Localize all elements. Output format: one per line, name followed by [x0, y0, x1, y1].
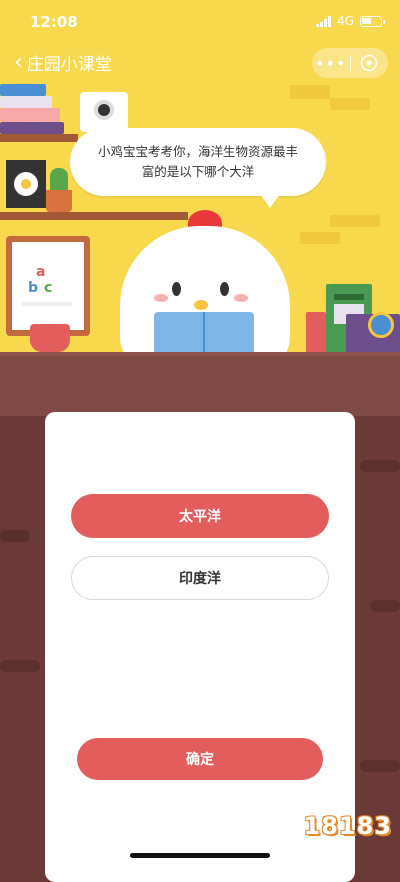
- mug-decoration: [30, 324, 70, 352]
- abc-board: a b c: [6, 236, 90, 336]
- confirm-button[interactable]: 确定: [77, 738, 323, 780]
- back-title: 庄园小课堂: [26, 55, 112, 75]
- chick-mascot: [110, 210, 300, 360]
- signal-icon: [316, 15, 332, 27]
- camera-decoration: [80, 92, 128, 132]
- nav-bar: ‹ 庄园小课堂 •••: [0, 44, 400, 84]
- more-icon[interactable]: •••: [312, 54, 350, 73]
- globe-decoration: [368, 312, 394, 338]
- network-label: 4G: [337, 14, 354, 28]
- question-bubble: 小鸡宝宝考考你，海洋生物资源最丰富的是以下哪个大洋: [70, 128, 326, 208]
- status-time: 12:08: [30, 13, 78, 31]
- close-icon[interactable]: [351, 54, 389, 72]
- back-button[interactable]: ‹ 庄园小课堂: [14, 50, 112, 75]
- option-button-indian[interactable]: 印度洋: [71, 556, 329, 600]
- cactus-decoration: [46, 168, 72, 212]
- picture-frame: [6, 160, 46, 208]
- chevron-left-icon: ‹: [14, 49, 23, 75]
- mini-program-capsule: •••: [312, 48, 388, 78]
- question-text: 小鸡宝宝考考你，海洋生物资源最丰富的是以下哪个大洋: [98, 144, 299, 179]
- desk: [0, 356, 400, 416]
- status-bar: 12:08 4G: [0, 0, 400, 44]
- option-button-pacific[interactable]: 太平洋: [71, 494, 329, 538]
- option-label: 太平洋: [179, 509, 221, 525]
- site-watermark-logo: 18183: [303, 812, 392, 840]
- home-indicator: [130, 853, 270, 858]
- confirm-label: 确定: [186, 752, 214, 768]
- option-label: 印度洋: [179, 571, 221, 587]
- battery-icon: [360, 15, 385, 27]
